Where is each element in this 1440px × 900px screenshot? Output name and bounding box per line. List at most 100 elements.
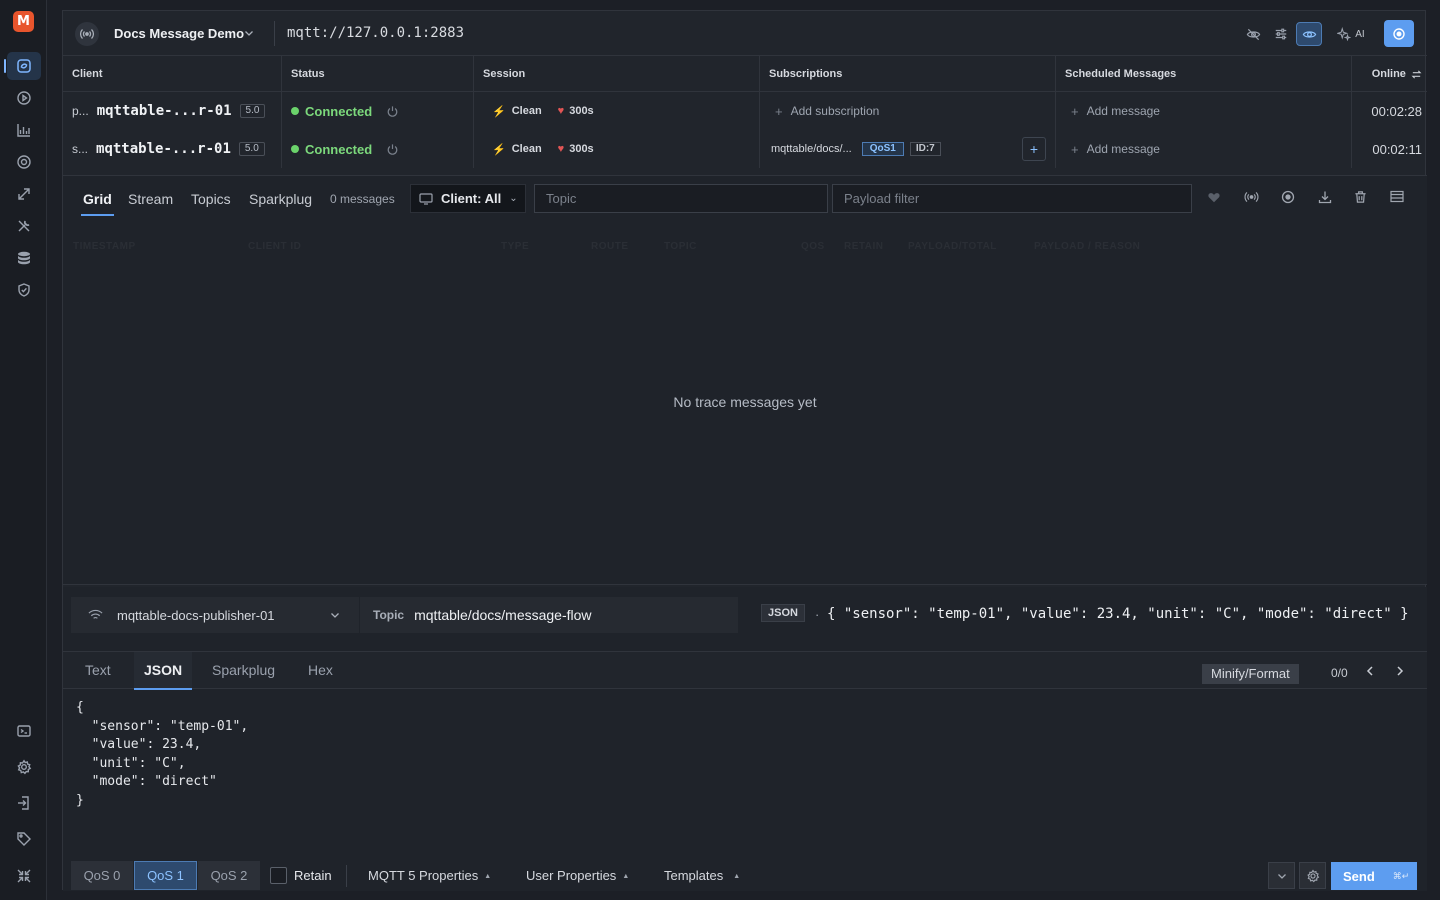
topic-filter-input[interactable]: Topic [534,184,828,213]
add-subscription-button[interactable]: + Add subscription [775,104,879,119]
columns-icon[interactable] [1390,190,1404,203]
qos1-button[interactable]: QoS 1 [134,861,197,890]
ai-button[interactable]: AI [1333,22,1369,46]
trash-icon[interactable] [1354,190,1367,204]
templates-button[interactable]: Templates ▲ [664,868,740,883]
chart-icon[interactable] [7,116,41,144]
gear-icon[interactable] [1299,862,1326,889]
collapse-icon[interactable] [7,862,41,890]
table-row[interactable]: p... mqttable-...r-01 5.0 Connected ⚡ Cl… [63,92,1427,130]
sliders-icon[interactable] [1269,22,1293,46]
send-button[interactable]: Send ⌘↵ [1331,862,1417,890]
table-row[interactable]: s... mqttable-...r-01 5.0 Connected ⚡ Cl… [63,130,1427,168]
chevron-down-icon[interactable] [243,27,255,39]
chevron-down-icon [329,609,341,621]
shield-icon[interactable] [7,276,41,304]
power-icon[interactable] [386,143,399,156]
col-client-id: CLIENT ID [248,241,302,252]
broom-icon: ⚡ [492,105,506,118]
terminal-icon[interactable] [7,717,41,745]
database-icon[interactable] [7,244,41,272]
tab-topics[interactable]: Topics [191,191,231,207]
tools-icon[interactable] [7,212,41,240]
plus-icon: + [775,103,783,119]
topic-value[interactable]: mqttable/docs/message-flow [414,607,591,623]
add-subscription-icon[interactable]: + [1022,137,1046,161]
eye-off-icon[interactable] [1241,22,1265,46]
tab-stream[interactable]: Stream [128,191,173,207]
retain-label[interactable]: Retain [294,868,332,883]
broadcast-icon[interactable] [75,22,99,46]
plus-icon: + [1071,141,1079,157]
heart-filter-icon[interactable] [1207,190,1221,204]
status-cell: Connected [282,130,474,168]
online-cell: 00:02:11 [1352,130,1427,168]
divider [274,21,275,46]
publish-composer: mqttable-docs-publisher-01 Topic mqttabl… [63,587,1427,891]
settings-icon[interactable] [7,753,41,781]
top-bar: Docs Message Demo mqtt://127.0.0.1:2883 … [63,11,1427,56]
add-message-button[interactable]: + Add message [1071,104,1160,119]
qos0-button[interactable]: QoS 0 [71,861,133,890]
tab-json[interactable]: JSON [134,652,193,690]
broker-url: mqtt://127.0.0.1:2883 [287,25,465,41]
plus-icon: + [1071,103,1079,119]
power-icon[interactable] [386,105,399,118]
client-cell: s... mqttable-...r-01 5.0 [63,130,282,168]
minify-format-button[interactable]: Minify/Format [1202,664,1299,684]
eye-icon[interactable] [1296,22,1322,46]
caret-up-icon: ▲ [484,873,492,881]
play-circle-icon[interactable] [7,84,41,112]
col-retain: RETAIN [844,241,884,252]
subscription-topic[interactable]: mqttable/docs/... [771,143,852,155]
subscription-id-badge: ID:7 [909,142,941,156]
wifi-icon [88,609,103,621]
swap-icon[interactable] [1411,69,1422,80]
chevron-left-icon[interactable] [1365,665,1375,677]
col-header-online[interactable]: Online [1352,56,1427,92]
subscriptions-cell: mqttable/docs/... QoS1 ID:7 + [760,130,1056,168]
status-dot [291,107,299,115]
target-icon[interactable] [7,148,41,176]
trace-panel: Grid Stream Topics Sparkplug 0 messages … [63,175,1427,585]
record-button[interactable] [1384,20,1414,47]
message-count: 0 messages [330,192,395,206]
tab-hex[interactable]: Hex [298,652,343,689]
match-count: 0/0 [1331,666,1348,680]
client-prefix: s... [72,142,89,156]
add-message-button[interactable]: + Add message [1071,142,1160,157]
ai-label: AI [1355,28,1365,40]
tag-icon[interactable] [7,825,41,853]
scheduled-cell: + Add message [1056,130,1352,168]
download-icon[interactable] [1318,190,1332,204]
chevron-right-icon[interactable] [1395,665,1405,677]
tab-grid[interactable]: Grid [81,191,114,216]
payload-editor[interactable]: { "sensor": "temp-01", "value": 23.4, "u… [76,699,248,810]
col-type: TYPE [501,241,530,252]
client-name: mqttable-...r-01 [96,103,232,119]
tab-sparkplug[interactable]: Sparkplug [202,652,285,689]
tab-sparkplug[interactable]: Sparkplug [249,191,312,207]
broadcast-icon[interactable] [7,180,41,208]
publisher-select[interactable]: mqttable-docs-publisher-01 [71,597,359,633]
record-icon[interactable] [1281,190,1295,204]
radio-icon[interactable] [1244,190,1259,204]
login-icon[interactable] [7,789,41,817]
client-filter-select[interactable]: Client: All ⌄ [410,184,526,213]
connections-icon[interactable] [4,52,41,80]
tab-text[interactable]: Text [75,652,121,689]
retain-checkbox[interactable] [270,867,287,884]
mqtt5-properties-button[interactable]: MQTT 5 Properties ▲ [368,868,491,883]
left-rail: M [0,0,47,900]
status-text: Connected [305,103,373,119]
connection-name[interactable]: Docs Message Demo [114,26,244,41]
publish-topic-field[interactable]: Topic mqttable/docs/message-flow [360,597,738,633]
payload-filter-input[interactable]: Payload filter [832,184,1192,213]
user-properties-button[interactable]: User Properties ▲ [526,868,629,883]
chevron-down-icon[interactable] [1268,862,1295,889]
col-header-session: Session [474,56,760,92]
heart-icon: ♥ [557,143,565,155]
session-cell: ⚡ Clean ♥ 300s [474,130,760,168]
qos2-button[interactable]: QoS 2 [198,861,260,890]
client-name: mqttable-...r-01 [96,141,231,157]
